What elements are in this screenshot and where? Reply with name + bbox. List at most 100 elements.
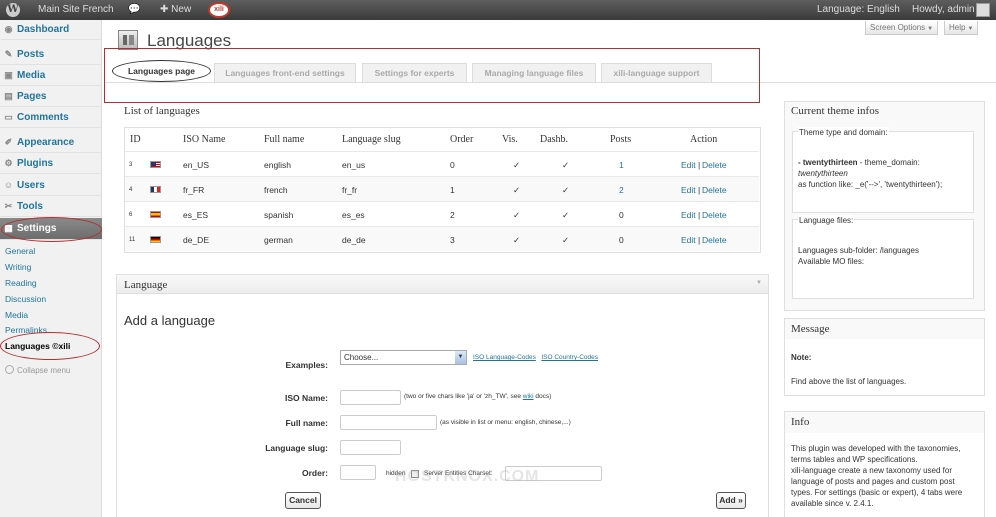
dashboard-check-icon: ✓ xyxy=(562,185,570,195)
info-text-5: types. For settings (basic or expert), 4… xyxy=(791,488,963,497)
wordpress-logo-icon[interactable]: W xyxy=(6,3,20,17)
iso-language-codes-link[interactable]: ISO Language-Codes xyxy=(473,354,536,361)
dashboard-icon: ◉ xyxy=(4,24,13,34)
submenu-discussion[interactable]: Discussion xyxy=(5,294,46,304)
caret-down-icon: ▼ xyxy=(927,26,934,32)
chevron-down-icon: ▼ xyxy=(455,351,466,364)
delete-link[interactable]: Delete xyxy=(702,210,727,220)
languages-page-icon xyxy=(118,30,138,50)
submenu-permalinks[interactable]: Permalinks xyxy=(5,325,47,335)
iso-country-codes-link[interactable]: ISO Country-Codes xyxy=(541,354,598,361)
admin-sidebar: ◉ Dashboard ✎ Posts ▣ Media ▤ Pages ▭ Comment… xyxy=(0,20,102,517)
col-header-full-name[interactable]: Full name xyxy=(264,134,304,145)
note-label: Note: xyxy=(791,353,812,362)
add-language-title: Add a language xyxy=(124,313,216,328)
sidebar-item-media[interactable]: ▣ Media xyxy=(0,66,102,86)
sidebar-item-appearance[interactable]: ✐ Appearance xyxy=(0,133,102,153)
col-header-vis[interactable]: Vis. xyxy=(502,134,518,145)
cancel-button[interactable]: Cancel xyxy=(285,492,321,509)
language-box-title: Language xyxy=(124,279,168,291)
col-header-posts[interactable]: Posts xyxy=(610,134,631,145)
col-header-dashb[interactable]: Dashb. xyxy=(540,134,568,145)
dashboard-check-icon: ✓ xyxy=(562,235,570,245)
language-slug-label: Language slug: xyxy=(265,443,328,453)
media-icon: ▣ xyxy=(4,70,13,80)
visible-check-icon: ✓ xyxy=(513,235,521,245)
howdy-user[interactable]: Howdy, admin xyxy=(912,0,975,20)
page-icon: ▤ xyxy=(4,91,13,101)
add-language-button[interactable]: Add » xyxy=(716,492,746,509)
posts-count-link[interactable]: 1 xyxy=(619,160,624,170)
info-text-4: language of posts and pages and custom p… xyxy=(791,477,955,486)
sidebar-item-comments[interactable]: ▭ Comments xyxy=(0,108,102,128)
table-row: 4 fr_FR french fr_fr 1 ✓ ✓ 2 Edit | Dele… xyxy=(125,176,759,201)
examples-label: Examples: xyxy=(285,360,328,370)
edit-link[interactable]: Edit xyxy=(681,185,696,195)
full-name-hint: (as visible in list or menu: english, ch… xyxy=(440,419,571,426)
submenu-reading[interactable]: Reading xyxy=(5,278,37,288)
hostknox-watermark: HOSTKNOX.COM xyxy=(395,468,540,485)
new-content-button[interactable]: ✚ New xyxy=(160,0,191,20)
sidebar-item-settings[interactable]: ▦ Settings xyxy=(0,218,102,240)
submenu-languages[interactable]: Languages ©xili xyxy=(5,341,70,351)
wrench-icon: ✂ xyxy=(4,201,13,211)
language-switcher[interactable]: Language: English xyxy=(817,0,900,20)
plug-icon: ⚙ xyxy=(4,158,13,168)
edit-link[interactable]: Edit xyxy=(681,235,696,245)
language-files-label: Language files: xyxy=(798,215,855,226)
comment-icon: ▭ xyxy=(4,112,13,122)
iso-name-input[interactable] xyxy=(340,390,401,405)
order-label: Order: xyxy=(302,468,328,478)
submenu-media[interactable]: Media xyxy=(5,310,28,320)
site-name-link[interactable]: Main Site French xyxy=(38,0,114,20)
list-of-languages-title: List of languages xyxy=(124,105,200,117)
caret-down-icon: ▼ xyxy=(967,26,974,32)
sidebar-item-posts[interactable]: ✎ Posts xyxy=(0,45,102,65)
theme-domain-text: - twentythirteen - theme_domain: twentyth… xyxy=(798,158,943,189)
fr-flag-icon xyxy=(150,186,161,193)
sidebar-item-tools[interactable]: ✂ Tools xyxy=(0,197,102,217)
col-header-iso[interactable]: ISO Name xyxy=(183,134,226,145)
collapse-menu-button[interactable]: Collapse menu xyxy=(5,365,70,375)
xili-logo-icon[interactable]: xili xyxy=(208,2,230,18)
edit-link[interactable]: Edit xyxy=(681,210,696,220)
languages-subfolder-text: Languages sub-folder: /languages xyxy=(798,246,919,255)
col-header-id[interactable]: ID xyxy=(130,134,141,145)
avatar[interactable] xyxy=(976,3,990,17)
users-icon: ☺ xyxy=(3,180,14,190)
sidebar-item-plugins[interactable]: ⚙ Plugins xyxy=(0,154,102,174)
sidebar-item-dashboard[interactable]: ◉ Dashboard xyxy=(0,20,102,40)
visible-check-icon: ✓ xyxy=(513,185,521,195)
full-name-input[interactable] xyxy=(340,415,437,430)
info-text-2: terms tables and WP specifications. xyxy=(791,455,918,464)
posts-count: 0 xyxy=(619,235,624,245)
col-header-order[interactable]: Order xyxy=(450,134,473,145)
sidebar-item-users[interactable]: ☺ Users xyxy=(0,176,102,196)
edit-link[interactable]: Edit xyxy=(681,160,696,170)
language-box-header[interactable] xyxy=(116,274,769,294)
help-button[interactable]: Help ▼ xyxy=(944,21,979,35)
delete-link[interactable]: Delete xyxy=(702,235,727,245)
info-text-3: xili-language create a new taxonomy used… xyxy=(791,466,952,475)
message-title: Message xyxy=(791,323,830,335)
toggle-arrow-icon[interactable]: ▼ xyxy=(756,280,762,286)
col-header-action[interactable]: Action xyxy=(690,134,717,145)
delete-link[interactable]: Delete xyxy=(702,160,727,170)
submenu-writing[interactable]: Writing xyxy=(5,262,31,272)
posts-count-link[interactable]: 2 xyxy=(619,185,624,195)
submenu-general[interactable]: General xyxy=(5,246,35,256)
screen-options-button[interactable]: Screen Options ▼ xyxy=(865,21,939,35)
order-input[interactable] xyxy=(340,465,376,480)
wiki-link[interactable]: wiki xyxy=(523,393,534,400)
col-header-slug[interactable]: Language slug xyxy=(342,134,401,145)
sidebar-item-pages[interactable]: ▤ Pages xyxy=(0,87,102,107)
iso-name-label: ISO Name: xyxy=(285,393,328,403)
comments-icon[interactable]: 💬 xyxy=(128,0,140,20)
table-row: 11 de_DE german de_de 3 ✓ ✓ 0 Edit | Del… xyxy=(125,226,759,251)
examples-select[interactable]: Choose... ▼ xyxy=(340,350,467,365)
visible-check-icon: ✓ xyxy=(513,160,521,170)
delete-link[interactable]: Delete xyxy=(702,185,727,195)
mo-files-text: Available MO files: xyxy=(798,257,865,266)
info-text-6: available since v. 2.4.1. xyxy=(791,499,874,508)
language-slug-input[interactable] xyxy=(340,440,401,455)
